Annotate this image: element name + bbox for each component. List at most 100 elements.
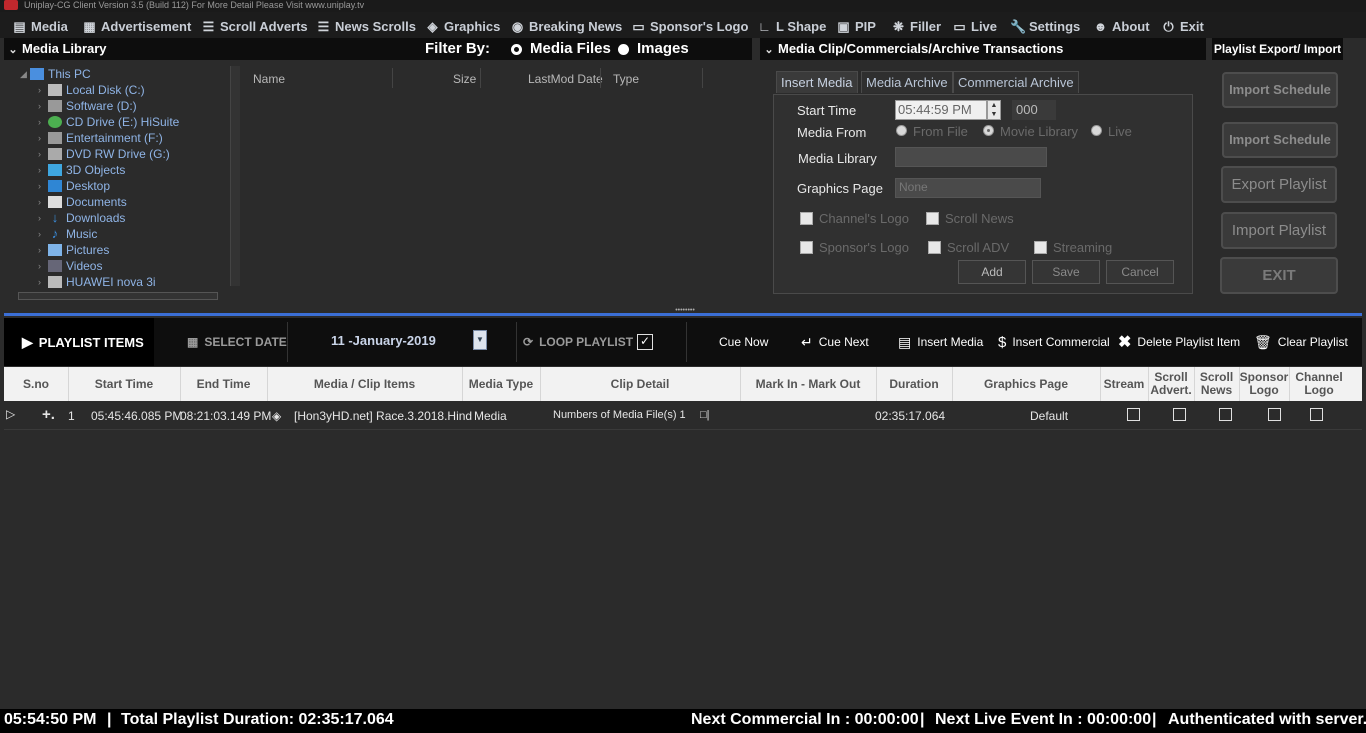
- tree-item-cd-drive-e[interactable]: › CD Drive (E:) HiSuite: [38, 114, 179, 130]
- import-schedule-button-2[interactable]: Import Schedule: [1222, 122, 1338, 158]
- tree-item-dvd-rw-g[interactable]: › DVD RW Drive (G:): [38, 146, 170, 162]
- table-row[interactable]: ▷ +. 1 05:45:46.085 PM 08:21:03.149 PM ◈…: [4, 402, 1362, 430]
- header-stream[interactable]: Stream: [1100, 367, 1148, 401]
- media-library-select[interactable]: [895, 147, 1047, 167]
- stream-checkbox[interactable]: [1127, 408, 1140, 421]
- column-type[interactable]: Type: [613, 72, 639, 86]
- save-button[interactable]: Save: [1032, 260, 1100, 284]
- menu-breaking-news[interactable]: ◉ Breaking News: [510, 17, 622, 35]
- menu-advertisement[interactable]: ▦ Advertisement: [82, 17, 191, 35]
- folder-tree[interactable]: ◢ This PC › Local Disk (C:) › Software (D:)…: [4, 62, 240, 302]
- tree-item-videos[interactable]: › Videos: [38, 258, 102, 274]
- add-button[interactable]: Add: [958, 260, 1026, 284]
- scroll-adv-checkbox[interactable]: [928, 241, 941, 254]
- tree-item-desktop[interactable]: › Desktop: [38, 178, 110, 194]
- import-playlist-button[interactable]: Import Playlist: [1221, 212, 1337, 249]
- tree-vertical-scrollbar[interactable]: [230, 66, 240, 286]
- exit-button[interactable]: EXIT: [1220, 257, 1338, 294]
- scroll-news-checkbox[interactable]: [926, 212, 939, 225]
- menu-media[interactable]: ▤ Media: [12, 17, 68, 35]
- row-expand-icon[interactable]: ▷: [6, 407, 15, 421]
- date-value[interactable]: 11 -January-2019: [331, 316, 436, 364]
- menu-l-shape[interactable]: ∟ L Shape: [757, 17, 826, 35]
- spin-up-icon[interactable]: ▲: [991, 102, 998, 109]
- clip-detail-icon[interactable]: □|: [700, 409, 710, 421]
- filter-images-radio[interactable]: [618, 44, 629, 55]
- spin-down-icon[interactable]: ▼: [991, 111, 998, 118]
- menu-sponsors-logo[interactable]: ▭ Sponsor's Logo: [631, 17, 748, 35]
- select-date-button[interactable]: ▦ SELECT DATE: [187, 318, 287, 366]
- menu-exit[interactable]: ⏻ Exit: [1161, 17, 1204, 35]
- tree-item-documents[interactable]: › Documents: [38, 194, 127, 210]
- column-name[interactable]: Name: [253, 72, 285, 86]
- insert-commercial-button[interactable]: $ Insert Commercial: [998, 318, 1110, 366]
- menu-graphics[interactable]: ◈ Graphics: [425, 17, 501, 35]
- header-graphics-page[interactable]: Graphics Page: [952, 367, 1100, 401]
- filter-media-files-radio[interactable]: [511, 44, 522, 55]
- tab-media-archive[interactable]: Media Archive: [861, 71, 953, 93]
- header-sponsor-logo[interactable]: Sponsor Logo: [1239, 367, 1289, 401]
- scroll-advert-checkbox[interactable]: [1173, 408, 1186, 421]
- start-time-input[interactable]: 05:44:59 PM: [895, 100, 987, 120]
- tree-item-local-disk-c[interactable]: › Local Disk (C:): [38, 82, 145, 98]
- tree-item-entertainment-f[interactable]: › Entertainment (F:): [38, 130, 163, 146]
- start-ms-input[interactable]: 000: [1012, 100, 1056, 120]
- header-scroll-advert[interactable]: Scroll Advert.: [1148, 367, 1194, 401]
- menu-scroll-adverts[interactable]: ☰ Scroll Adverts: [201, 17, 308, 35]
- row-add-icon[interactable]: +.: [42, 406, 55, 423]
- date-dropdown-chevron-icon[interactable]: ▼: [473, 330, 487, 350]
- tree-item-huawei-nova[interactable]: › HUAWEI nova 3i: [38, 274, 156, 290]
- menu-live[interactable]: ▭ Live: [952, 17, 997, 35]
- menu-news-scrolls[interactable]: ☰ News Scrolls: [316, 17, 416, 35]
- cue-now-button[interactable]: Cue Now: [719, 318, 768, 366]
- cue-next-button[interactable]: ↵ Cue Next: [801, 318, 869, 366]
- header-media-type[interactable]: Media Type: [462, 367, 540, 401]
- time-spinner[interactable]: ▲ ▼: [987, 100, 1001, 120]
- scroll-news-checkbox[interactable]: [1219, 408, 1232, 421]
- chevron-down-icon[interactable]: ⌄: [760, 39, 778, 61]
- channels-logo-checkbox[interactable]: [800, 212, 813, 225]
- column-size[interactable]: Size: [453, 72, 476, 86]
- tree-item-this-pc[interactable]: ◢ This PC: [20, 66, 91, 82]
- cell-graphics-page: Default: [1030, 409, 1069, 423]
- header-scroll-news[interactable]: Scroll News: [1194, 367, 1239, 401]
- menu-filler[interactable]: ❋ Filler: [891, 17, 941, 35]
- sponsors-logo-checkbox[interactable]: [800, 241, 813, 254]
- header-channel-logo[interactable]: Channel Logo: [1289, 367, 1349, 401]
- export-playlist-button[interactable]: Export Playlist: [1221, 166, 1337, 203]
- media-from-file-radio[interactable]: [896, 125, 907, 136]
- menu-settings[interactable]: 🔧 Settings: [1010, 17, 1080, 35]
- cancel-button[interactable]: Cancel: [1106, 260, 1174, 284]
- media-from-live-radio[interactable]: [1091, 125, 1102, 136]
- channel-logo-checkbox[interactable]: [1310, 408, 1323, 421]
- column-lastmod[interactable]: LastMod Date: [528, 72, 603, 86]
- header-mark-in-out[interactable]: Mark In - Mark Out: [740, 367, 876, 401]
- panel-splitter[interactable]: [4, 313, 1362, 316]
- header-media-clip-items[interactable]: Media / Clip Items: [267, 367, 462, 401]
- media-from-movie-library-radio[interactable]: [983, 125, 994, 136]
- insert-media-button[interactable]: ▤ Insert Media: [898, 318, 983, 366]
- tree-item-downloads[interactable]: › ↓ Downloads: [38, 210, 125, 226]
- header-start-time[interactable]: Start Time: [68, 367, 180, 401]
- delete-playlist-item-button[interactable]: ✖ Delete Playlist Item: [1118, 318, 1240, 366]
- tab-commercial-archive[interactable]: Commercial Archive: [953, 71, 1079, 93]
- header-duration[interactable]: Duration: [876, 367, 952, 401]
- tree-horizontal-scrollbar[interactable]: [18, 292, 218, 300]
- header-sno[interactable]: S.no: [4, 367, 68, 401]
- header-clip-detail[interactable]: Clip Detail: [540, 367, 740, 401]
- tree-item-music[interactable]: › ♪ Music: [38, 226, 97, 242]
- menu-about[interactable]: ☻ About: [1093, 17, 1150, 35]
- header-end-time[interactable]: End Time: [180, 367, 267, 401]
- tab-insert-media[interactable]: Insert Media: [776, 71, 858, 93]
- tree-item-3d-objects[interactable]: › 3D Objects: [38, 162, 125, 178]
- import-schedule-button-1[interactable]: Import Schedule: [1222, 72, 1338, 108]
- menu-pip[interactable]: ▣ PIP: [836, 17, 876, 35]
- chevron-down-icon[interactable]: ⌄: [4, 39, 22, 61]
- sponsor-logo-checkbox[interactable]: [1268, 408, 1281, 421]
- clear-playlist-button[interactable]: 🗑 Clear Playlist: [1254, 318, 1348, 366]
- tree-item-pictures[interactable]: › Pictures: [38, 242, 109, 258]
- tree-item-software-d[interactable]: › Software (D:): [38, 98, 137, 114]
- graphics-page-select[interactable]: None: [895, 178, 1041, 198]
- streaming-checkbox[interactable]: [1034, 241, 1047, 254]
- loop-playlist-checkbox[interactable]: ✓: [637, 334, 653, 350]
